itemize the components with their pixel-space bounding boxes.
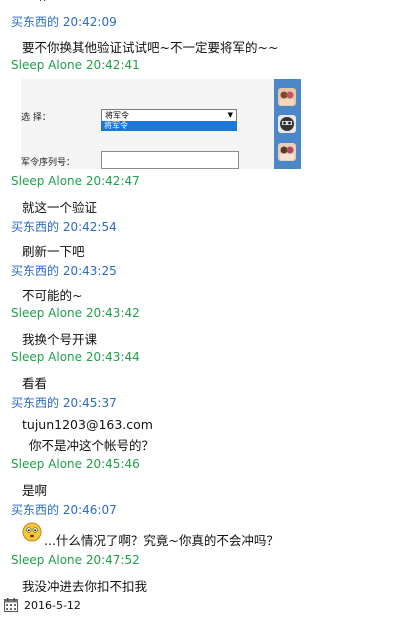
sender-name: 买东西的 — [11, 503, 60, 517]
message-time: 20:42:47 — [85, 174, 140, 188]
serial-label: 军令序列号： — [21, 158, 76, 168]
message-text: 就这一个验证 — [22, 200, 98, 215]
select-value: 将军令 — [105, 111, 129, 120]
sender-name: Sleep Alone — [11, 174, 83, 188]
message-header: Sleep Alone 20:47:52 — [11, 553, 140, 567]
message-text: tujun1203@163.com — [22, 417, 153, 432]
option-text: 将军令 — [104, 121, 128, 130]
message-header: Sleep Alone 20:42:47 — [11, 174, 140, 188]
message-time: 20:42:09 — [62, 15, 117, 29]
message-header: Sleep Alone 20:43:42 — [11, 306, 140, 320]
message-time: 20:43:44 — [85, 350, 140, 364]
message-text: 我换个号开课 — [22, 332, 98, 347]
sender-name: 买东西的 — [11, 15, 60, 29]
message-header: Sleep Alone 20:45:46 — [11, 457, 140, 471]
message-text: 是啊 — [22, 483, 48, 498]
message-header: 买东西的 20:42:09 — [11, 13, 117, 30]
chat-history[interactable]: ·· 买东西的 20:42:09 要不你换其他验证试试吧~不一定要将军的~~ S… — [0, 0, 410, 592]
sender-name: Sleep Alone — [11, 457, 83, 471]
message-header: 买东西的 20:45:37 — [11, 394, 117, 411]
avatar-icon — [278, 143, 296, 161]
message-text: ...什么情况了啊？究竟~你真的不会冲吗？ — [44, 533, 279, 548]
embedded-screenshot-image[interactable]: 选 择： 将军令 ▼ 将军令 军令序列号： — [21, 79, 301, 169]
sender-name: Sleep Alone — [11, 306, 83, 320]
dropdown-arrow-icon: ▼ — [227, 111, 233, 119]
message-text: 看看 — [22, 376, 48, 391]
message-time: 20:42:41 — [85, 58, 140, 72]
message-text: 我没冲进去你扣不扣我 — [22, 579, 148, 592]
message-text: 你不是冲这个帐号的？ — [29, 438, 155, 453]
sender-name: 买东西的 — [11, 264, 60, 278]
message-text: 刷新一下吧 — [22, 244, 85, 259]
sender-name: Sleep Alone — [11, 350, 83, 364]
status-bar: 2016-5-12 — [0, 592, 410, 618]
message-time: 20:42:54 — [62, 220, 117, 234]
embedded-selected-option: 将军令 — [101, 121, 237, 131]
message-header: 买东西的 20:43:25 — [11, 262, 117, 279]
message-header: 买东西的 20:42:54 — [11, 218, 117, 235]
message-time: 20:45:37 — [62, 396, 117, 410]
message-text: 要不你换其他验证试试吧~不一定要将军的~~ — [22, 40, 279, 55]
confused-face-icon — [22, 522, 42, 542]
message-header: 买东西的 20:46:07 — [11, 501, 117, 518]
message-time: 20:43:25 — [62, 264, 117, 278]
embedded-side-panel — [274, 79, 301, 169]
sender-name: 买东西的 — [11, 220, 60, 234]
sender-name: Sleep Alone — [11, 553, 83, 567]
message-text: 不可能的~ — [22, 288, 83, 303]
embedded-serial-input — [101, 151, 239, 169]
message-time: 20:43:42 — [85, 306, 140, 320]
avatar-icon — [278, 115, 296, 133]
message-header: Sleep Alone 20:43:44 — [11, 350, 140, 364]
sender-name: Sleep Alone — [11, 58, 83, 72]
date-label: 2016-5-12 — [24, 599, 81, 612]
message-header: Sleep Alone 20:42:41 — [11, 58, 140, 72]
avatar-icon — [278, 88, 296, 106]
sender-name: 买东西的 — [11, 396, 60, 410]
message-time: 20:46:07 — [62, 503, 117, 517]
select-label: 选 择： — [21, 113, 51, 123]
message-time: 20:45:46 — [85, 457, 140, 471]
calendar-icon[interactable] — [4, 598, 18, 612]
top-text-fragment: ·· — [39, 0, 48, 7]
message-time: 20:47:52 — [85, 553, 140, 567]
